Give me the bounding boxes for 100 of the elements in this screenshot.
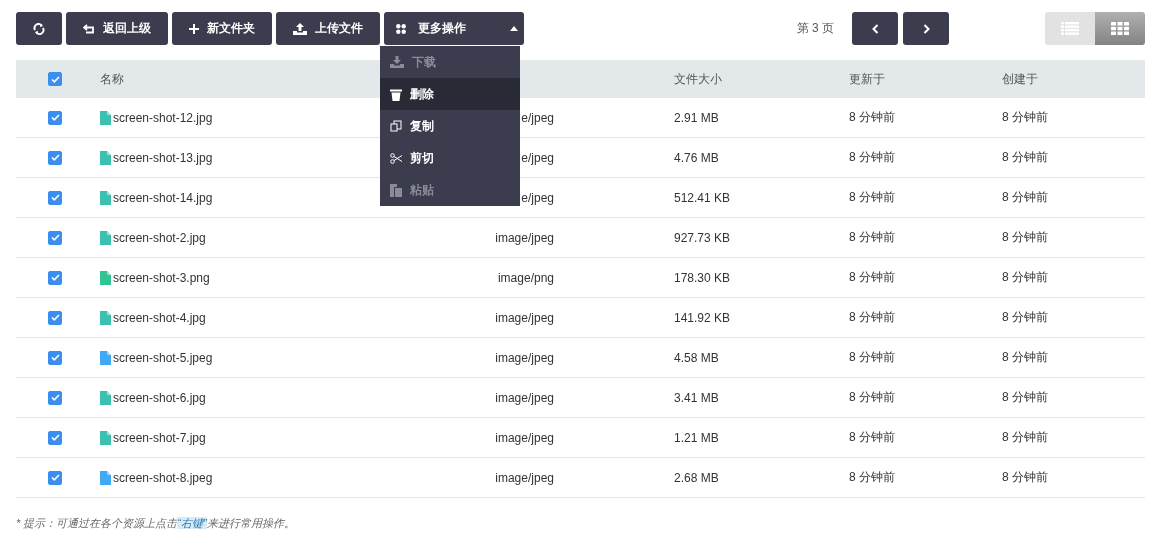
refresh-icon bbox=[33, 22, 45, 35]
file-icon bbox=[100, 230, 111, 245]
file-name[interactable]: screen-shot-14.jpg bbox=[113, 190, 213, 205]
file-name[interactable]: screen-shot-7.jpg bbox=[113, 430, 206, 445]
table-cell: 178.30 KB bbox=[674, 270, 731, 285]
row-checkbox[interactable] bbox=[48, 350, 62, 365]
file-name[interactable]: screen-shot-5.jpeg bbox=[113, 350, 213, 365]
table-cell: 8 分钟前 bbox=[1002, 430, 1048, 444]
table-cell: 2.68 MB bbox=[674, 470, 719, 485]
previous-page-button[interactable] bbox=[852, 12, 898, 45]
page-indicator: 第 3 页 bbox=[796, 20, 834, 37]
row-checkbox[interactable] bbox=[48, 270, 62, 285]
table-cell: 8 分钟前 bbox=[1002, 230, 1048, 244]
row-checkbox[interactable] bbox=[48, 150, 62, 165]
chevron-right-icon bbox=[922, 23, 930, 34]
table-cell: 141.92 KB bbox=[674, 310, 731, 325]
table-cell: 8 分钟前 bbox=[849, 390, 895, 404]
table-cell: 8 分钟前 bbox=[849, 150, 895, 164]
refresh-button[interactable] bbox=[16, 12, 62, 45]
copy-icon bbox=[390, 120, 402, 132]
table-cell: 2.91 MB bbox=[674, 110, 719, 125]
table-cell: 8 分钟前 bbox=[849, 310, 895, 324]
file-icon bbox=[100, 190, 111, 205]
row-checkbox[interactable] bbox=[48, 230, 62, 245]
file-icon bbox=[100, 310, 111, 325]
table-cell: 927.73 KB bbox=[674, 230, 731, 245]
table-cell: e/jpeg bbox=[521, 110, 554, 125]
table-cell: 8 分钟前 bbox=[1002, 390, 1048, 404]
menu-item[interactable]: 复制 bbox=[380, 110, 520, 142]
return-icon bbox=[83, 23, 95, 34]
table-cell: 4.58 MB bbox=[674, 350, 719, 365]
caret-icon bbox=[510, 26, 518, 31]
file-icon bbox=[100, 110, 111, 125]
file-icon bbox=[100, 270, 111, 285]
column-header: 创建于 bbox=[1002, 70, 1039, 88]
upload-icon bbox=[293, 22, 307, 35]
download-icon bbox=[390, 56, 404, 68]
select-all-checkbox[interactable] bbox=[48, 72, 62, 86]
column-header: 文件大小 bbox=[674, 70, 723, 88]
table-cell: image/jpeg bbox=[495, 390, 554, 405]
file-name[interactable]: screen-shot-6.jpg bbox=[113, 390, 206, 405]
table-cell: 8 分钟前 bbox=[849, 270, 895, 284]
table-cell: 8 分钟前 bbox=[1002, 470, 1048, 484]
list-icon bbox=[1061, 22, 1079, 35]
file-icon bbox=[100, 470, 111, 485]
file-icon bbox=[100, 150, 111, 165]
table-cell: image/png bbox=[497, 270, 554, 285]
toolbar-button[interactable]: 返回上级 bbox=[66, 12, 168, 45]
table-cell: 8 分钟前 bbox=[849, 230, 895, 244]
table-cell: e/jpeg bbox=[521, 150, 554, 165]
column-header: 名称 bbox=[100, 70, 125, 88]
row-checkbox[interactable] bbox=[48, 470, 62, 485]
grid-view-button[interactable] bbox=[1095, 12, 1145, 45]
table-cell: image/jpeg bbox=[495, 350, 554, 365]
row-checkbox[interactable] bbox=[48, 310, 62, 325]
file-name[interactable]: screen-shot-4.jpg bbox=[113, 310, 206, 325]
table-cell: 8 分钟前 bbox=[1002, 150, 1048, 164]
table-cell: 4.76 MB bbox=[674, 150, 719, 165]
table-cell: 8 分钟前 bbox=[1002, 350, 1048, 364]
file-icon bbox=[100, 390, 111, 405]
table-cell: image/jpeg bbox=[495, 230, 554, 245]
row-checkbox[interactable] bbox=[48, 190, 62, 205]
paste-icon bbox=[390, 183, 402, 197]
row-checkbox[interactable] bbox=[48, 390, 62, 405]
table-cell: 8 分钟前 bbox=[1002, 110, 1048, 124]
more-actions-button[interactable]: 更多操作 bbox=[384, 12, 524, 45]
chevron-left-icon bbox=[871, 23, 879, 34]
menu-item[interactable]: 剪切 bbox=[380, 142, 520, 174]
toolbar-button[interactable]: 上传文件 bbox=[276, 12, 380, 45]
table-cell: 8 分钟前 bbox=[849, 430, 895, 444]
toolbar-button[interactable]: 新文件夹 bbox=[172, 12, 272, 45]
table-cell: image/jpeg bbox=[495, 430, 554, 445]
file-name[interactable]: screen-shot-3.png bbox=[113, 270, 210, 285]
row-checkbox[interactable] bbox=[48, 430, 62, 445]
table-cell: 1.21 MB bbox=[674, 430, 719, 445]
table-cell: 3.41 MB bbox=[674, 390, 719, 405]
file-name[interactable]: screen-shot-8.jpeg bbox=[113, 470, 213, 485]
file-name[interactable]: screen-shot-13.jpg bbox=[113, 150, 213, 165]
table-cell: 8 分钟前 bbox=[849, 110, 895, 124]
grid-icon bbox=[396, 23, 406, 34]
table-cell: e/jpeg bbox=[521, 190, 554, 205]
file-icon bbox=[100, 430, 111, 445]
table-cell: 8 分钟前 bbox=[1002, 310, 1048, 324]
table-cell: 8 分钟前 bbox=[1002, 190, 1048, 204]
table-cell: 512.41 KB bbox=[674, 190, 731, 205]
file-name[interactable]: screen-shot-12.jpg bbox=[113, 110, 213, 125]
file-name[interactable]: screen-shot-2.jpg bbox=[113, 230, 206, 245]
table-cell: 8 分钟前 bbox=[849, 190, 895, 204]
menu-item[interactable]: 删除 bbox=[380, 78, 520, 110]
file-icon bbox=[100, 350, 111, 365]
row-checkbox[interactable] bbox=[48, 110, 62, 125]
table-cell: 8 分钟前 bbox=[849, 350, 895, 364]
table-cell: image/jpeg bbox=[495, 470, 554, 485]
scissors-icon bbox=[390, 152, 402, 164]
plus-icon bbox=[189, 23, 199, 34]
column-header: 更新于 bbox=[849, 70, 886, 88]
table-cell: 8 分钟前 bbox=[849, 470, 895, 484]
grid-icon bbox=[1111, 22, 1129, 35]
hint-text: * 提示：可通过在各个资源上点击“右键”来进行常用操作。 bbox=[16, 516, 296, 531]
next-page-button[interactable] bbox=[903, 12, 949, 45]
